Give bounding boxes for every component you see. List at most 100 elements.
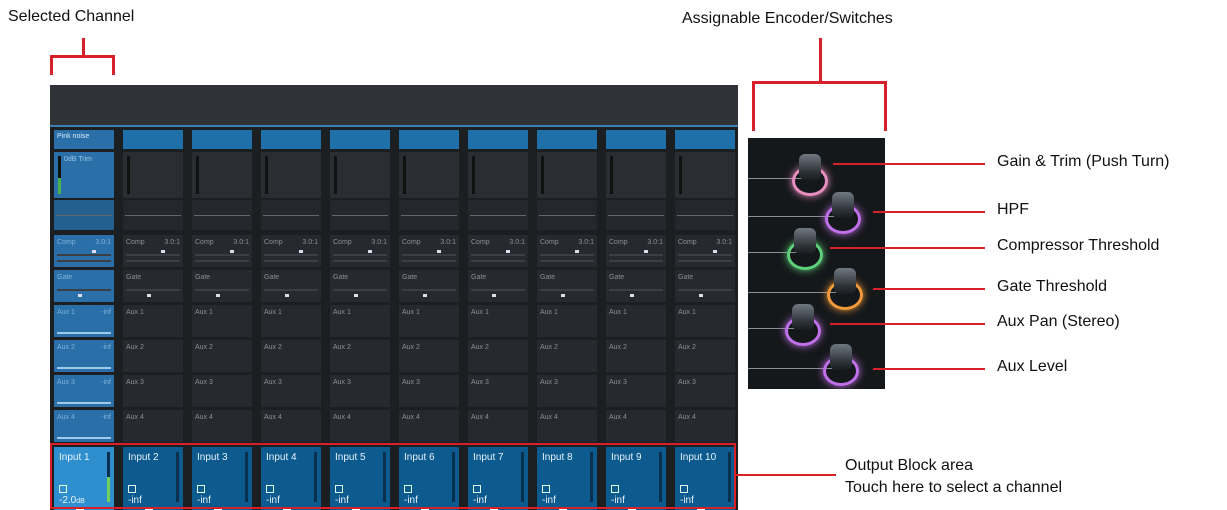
gain-trim-section[interactable] [606, 152, 666, 198]
gain-trim-section[interactable] [399, 152, 459, 198]
gain-trim-section[interactable] [468, 152, 528, 198]
aux-send-1[interactable]: Aux 1 [537, 305, 597, 337]
gate-section[interactable]: Gate [606, 270, 666, 302]
compressor-section[interactable]: Comp 3.0:1 [675, 235, 735, 267]
aux-send-4[interactable]: Aux 4 [606, 410, 666, 442]
aux-send-4[interactable]: Aux 4 -inf [54, 410, 114, 442]
channel-name-header[interactable]: Pink noise [54, 130, 114, 149]
aux-send-1[interactable]: Aux 1 [675, 305, 735, 337]
gain-trim-section[interactable] [123, 152, 183, 198]
hpf-section[interactable] [261, 200, 321, 230]
gate-threshold-bar [195, 289, 249, 291]
channel-name-header[interactable] [123, 130, 183, 149]
aux-send-2[interactable]: Aux 2 [330, 340, 390, 372]
aux-send-4[interactable]: Aux 4 [399, 410, 459, 442]
channel-name-header[interactable] [192, 130, 252, 149]
gate-section[interactable]: Gate [261, 270, 321, 302]
compressor-section[interactable]: Comp 3.0:1 [606, 235, 666, 267]
hpf-section[interactable] [468, 200, 528, 230]
encoder-knob-icon[interactable] [834, 268, 856, 294]
aux-send-3[interactable]: Aux 3 [399, 375, 459, 407]
encoder-knob-icon[interactable] [830, 344, 852, 370]
gain-trim-section[interactable] [537, 152, 597, 198]
aux-send-4[interactable]: Aux 4 [192, 410, 252, 442]
aux-send-3[interactable]: Aux 3 [537, 375, 597, 407]
aux-send-4[interactable]: Aux 4 [123, 410, 183, 442]
aux-send-4[interactable]: Aux 4 [330, 410, 390, 442]
compressor-section[interactable]: Comp 3.0:1 [192, 235, 252, 267]
aux-send-2[interactable]: Aux 2 [123, 340, 183, 372]
aux-send-4[interactable]: Aux 4 [468, 410, 528, 442]
compressor-section[interactable]: Comp 3.0:1 [399, 235, 459, 267]
channel-name-header[interactable] [399, 130, 459, 149]
aux-send-3[interactable]: Aux 3 -inf [54, 375, 114, 407]
encoder-knob-icon[interactable] [799, 154, 821, 180]
compressor-section[interactable]: Comp 3.0:1 [468, 235, 528, 267]
hpf-section[interactable] [330, 200, 390, 230]
compressor-section[interactable]: Comp 3.0:1 [123, 235, 183, 267]
aux-send-1[interactable]: Aux 1 [330, 305, 390, 337]
aux-send-3[interactable]: Aux 3 [675, 375, 735, 407]
gain-trim-section[interactable]: 0dB Trim [54, 152, 114, 198]
gain-trim-section[interactable] [192, 152, 252, 198]
aux-send-4[interactable]: Aux 4 [261, 410, 321, 442]
aux-send-2[interactable]: Aux 2 [606, 340, 666, 372]
aux-send-2[interactable]: Aux 2 [537, 340, 597, 372]
aux-send-3[interactable]: Aux 3 [606, 375, 666, 407]
aux-send-2[interactable]: Aux 2 [468, 340, 528, 372]
compressor-section[interactable]: Comp 3.0:1 [330, 235, 390, 267]
compressor-section[interactable]: Comp 3.0:1 [537, 235, 597, 267]
channel-name-header[interactable] [606, 130, 666, 149]
channel-name-header[interactable] [468, 130, 528, 149]
aux-send-1[interactable]: Aux 1 [123, 305, 183, 337]
encoder-knob-icon[interactable] [832, 192, 854, 218]
aux-send-4[interactable]: Aux 4 [675, 410, 735, 442]
gain-trim-section[interactable] [675, 152, 735, 198]
aux-send-3[interactable]: Aux 3 [123, 375, 183, 407]
gain-trim-section[interactable] [330, 152, 390, 198]
channel-name-header[interactable] [261, 130, 321, 149]
channel-name-header[interactable] [675, 130, 735, 149]
aux-send-4[interactable]: Aux 4 [537, 410, 597, 442]
comp-threshold-bar [333, 254, 387, 256]
hpf-section[interactable] [675, 200, 735, 230]
aux-send-2[interactable]: Aux 2 [399, 340, 459, 372]
encoder-knob-icon[interactable] [794, 228, 816, 254]
gate-section[interactable]: Gate [468, 270, 528, 302]
channel-name-header[interactable] [330, 130, 390, 149]
aux-send-1[interactable]: Aux 1 [606, 305, 666, 337]
aux-send-2[interactable]: Aux 2 [192, 340, 252, 372]
aux-send-3[interactable]: Aux 3 [261, 375, 321, 407]
gate-section[interactable]: Gate [192, 270, 252, 302]
hpf-section[interactable] [123, 200, 183, 230]
aux-send-3[interactable]: Aux 3 [468, 375, 528, 407]
compressor-section[interactable]: Comp 3.0:1 [261, 235, 321, 267]
encoder-knob-icon[interactable] [792, 304, 814, 330]
hpf-curve [608, 215, 664, 216]
gate-section[interactable]: Gate [537, 270, 597, 302]
hpf-section[interactable] [537, 200, 597, 230]
aux-send-2[interactable]: Aux 2 [261, 340, 321, 372]
gate-section[interactable]: Gate [330, 270, 390, 302]
aux-send-3[interactable]: Aux 3 [330, 375, 390, 407]
compressor-section[interactable]: Comp 3.0:1 [54, 235, 114, 267]
aux-send-1[interactable]: Aux 1 [261, 305, 321, 337]
gate-section[interactable]: Gate [54, 270, 114, 302]
hpf-section[interactable] [54, 200, 114, 230]
aux-send-3[interactable]: Aux 3 [192, 375, 252, 407]
aux-send-1[interactable]: Aux 1 -inf [54, 305, 114, 337]
aux-send-1[interactable]: Aux 1 [192, 305, 252, 337]
gain-trim-section[interactable] [261, 152, 321, 198]
gate-section[interactable]: Gate [399, 270, 459, 302]
hpf-section[interactable] [192, 200, 252, 230]
aux-send-1[interactable]: Aux 1 [399, 305, 459, 337]
gate-section[interactable]: Gate [123, 270, 183, 302]
aux-send-2[interactable]: Aux 2 -inf [54, 340, 114, 372]
hpf-section[interactable] [399, 200, 459, 230]
hpf-section[interactable] [606, 200, 666, 230]
aux-label: Aux 1 [402, 309, 420, 316]
aux-send-1[interactable]: Aux 1 [468, 305, 528, 337]
aux-send-2[interactable]: Aux 2 [675, 340, 735, 372]
gate-section[interactable]: Gate [675, 270, 735, 302]
channel-name-header[interactable] [537, 130, 597, 149]
